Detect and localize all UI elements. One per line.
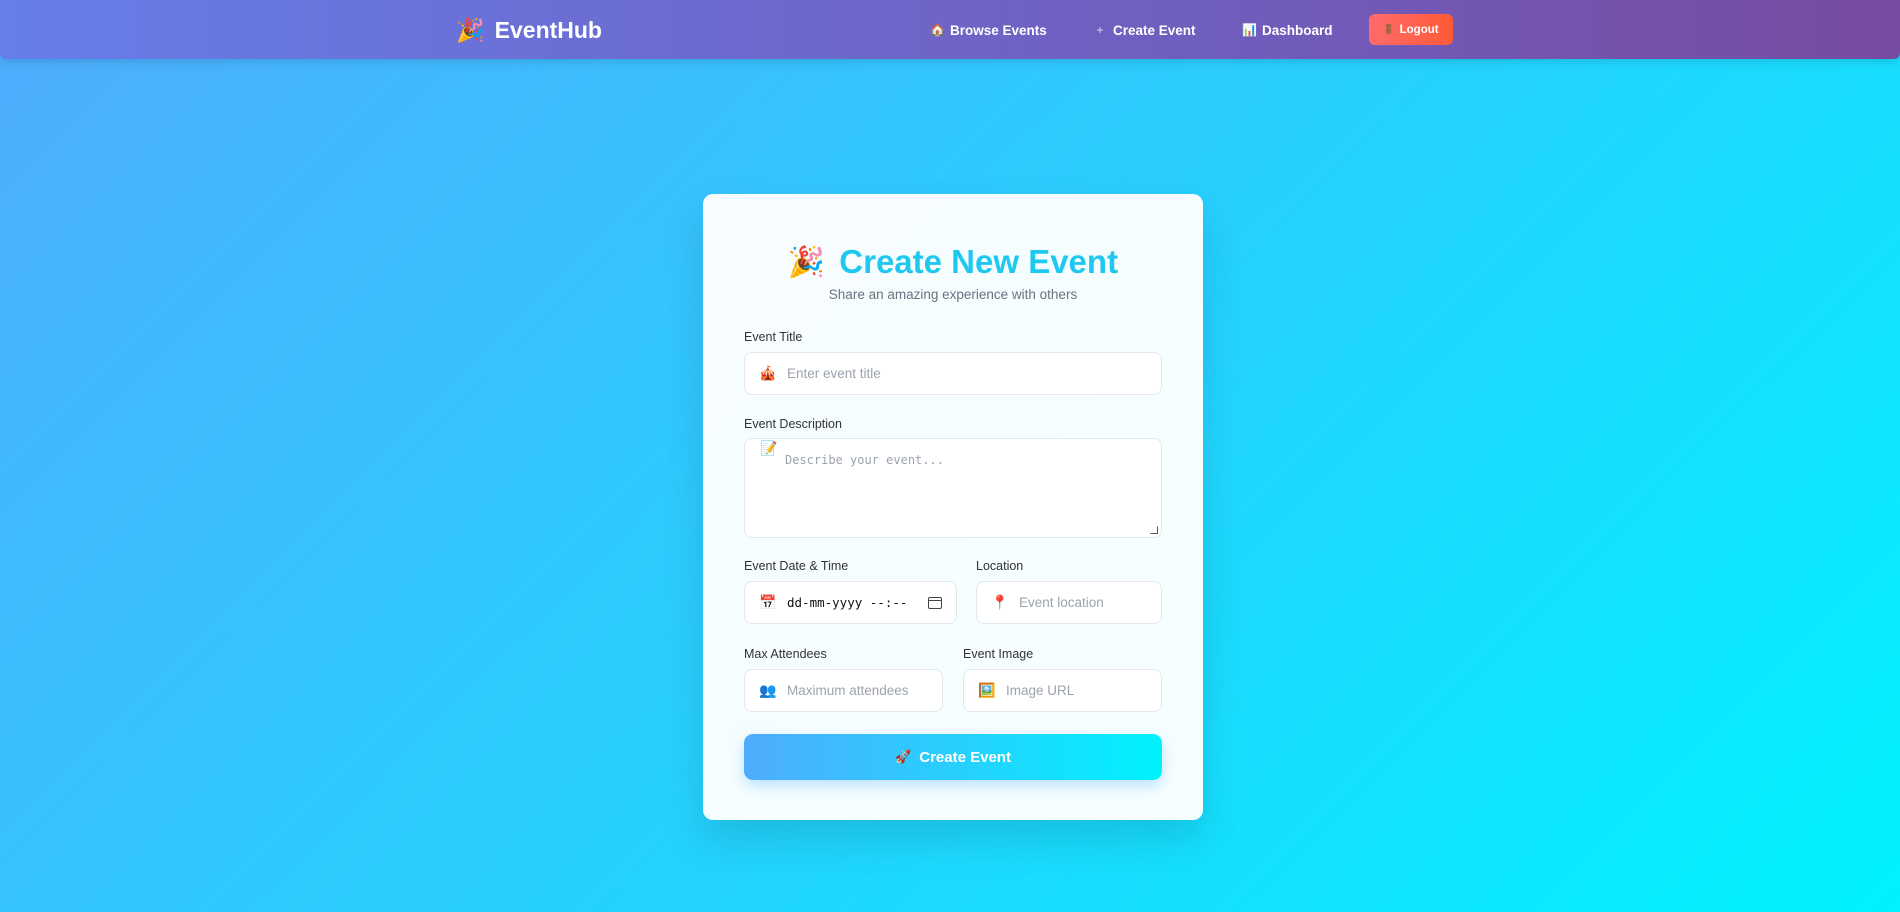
nav-link-dashboard[interactable]: 📊 Dashboard <box>1242 19 1333 41</box>
door-icon: 🚪 <box>1383 24 1395 34</box>
calendar-picker-icon[interactable] <box>928 596 942 609</box>
top-navbar: 🎉 EventHub 🏠 Browse Events + Create Even… <box>0 0 1900 59</box>
location-field[interactable]: 📍 <box>976 581 1162 624</box>
party-popper-icon: 🎉 <box>787 245 826 279</box>
page-title-text: Create New Event <box>839 243 1119 280</box>
event-title-input[interactable] <box>787 366 1161 381</box>
picture-icon: 🖼️ <box>978 682 996 698</box>
event-description-input[interactable] <box>785 453 1145 523</box>
nav-link-label: Dashboard <box>1262 22 1333 38</box>
bar-chart-icon: 📊 <box>1242 23 1257 37</box>
event-datetime-field[interactable]: 📅 dd-mm-yyyy --:-- <box>744 581 957 624</box>
nav-link-label: Browse Events <box>950 22 1047 38</box>
resize-handle[interactable] <box>1150 526 1158 534</box>
page-title: 🎉 Create New Event <box>703 240 1203 284</box>
plus-icon: + <box>1096 23 1104 37</box>
rocket-icon: 🚀 <box>895 749 912 764</box>
event-description-field[interactable]: 📝 <box>744 438 1162 538</box>
max-attendees-input[interactable] <box>787 683 942 698</box>
nav-link-label: Create Event <box>1113 22 1196 38</box>
nav-link-create-event[interactable]: + Create Event <box>1093 19 1196 41</box>
people-icon: 👥 <box>759 682 777 698</box>
event-description-label: Event Description <box>744 417 842 431</box>
event-title-field[interactable]: 🎪 <box>744 352 1162 395</box>
map-pin-icon: 📍 <box>991 594 1009 610</box>
memo-icon: 📝 <box>760 440 778 456</box>
circus-tent-icon: 🎪 <box>759 365 777 381</box>
location-label: Location <box>976 559 1024 573</box>
create-event-card: 🎉 Create New Event Share an amazing expe… <box>703 194 1203 820</box>
brand-logo[interactable]: 🎉 EventHub <box>456 15 602 45</box>
calendar-icon: 📅 <box>759 594 777 610</box>
brand-name: EventHub <box>494 16 602 43</box>
create-event-button[interactable]: 🚀 Create Event <box>744 734 1162 780</box>
party-popper-icon: 🎉 <box>456 16 485 43</box>
event-image-input[interactable] <box>1006 683 1161 698</box>
event-image-field[interactable]: 🖼️ <box>963 669 1162 712</box>
event-image-label: Event Image <box>963 647 1034 661</box>
event-datetime-input[interactable]: dd-mm-yyyy --:-- <box>787 595 918 610</box>
event-datetime-label: Event Date & Time <box>744 559 849 573</box>
max-attendees-field[interactable]: 👥 <box>744 669 943 712</box>
max-attendees-label: Max Attendees <box>744 647 827 661</box>
event-title-label: Event Title <box>744 330 803 344</box>
location-input[interactable] <box>1019 595 1161 610</box>
page-subtitle: Share an amazing experience with others <box>828 287 1078 302</box>
create-event-button-label: Create Event <box>919 748 1011 766</box>
nav-link-browse-events[interactable]: 🏠 Browse Events <box>930 19 1047 41</box>
logout-button[interactable]: 🚪 Logout <box>1369 14 1453 45</box>
logout-label: Logout <box>1399 23 1439 36</box>
home-icon: 🏠 <box>930 23 945 37</box>
